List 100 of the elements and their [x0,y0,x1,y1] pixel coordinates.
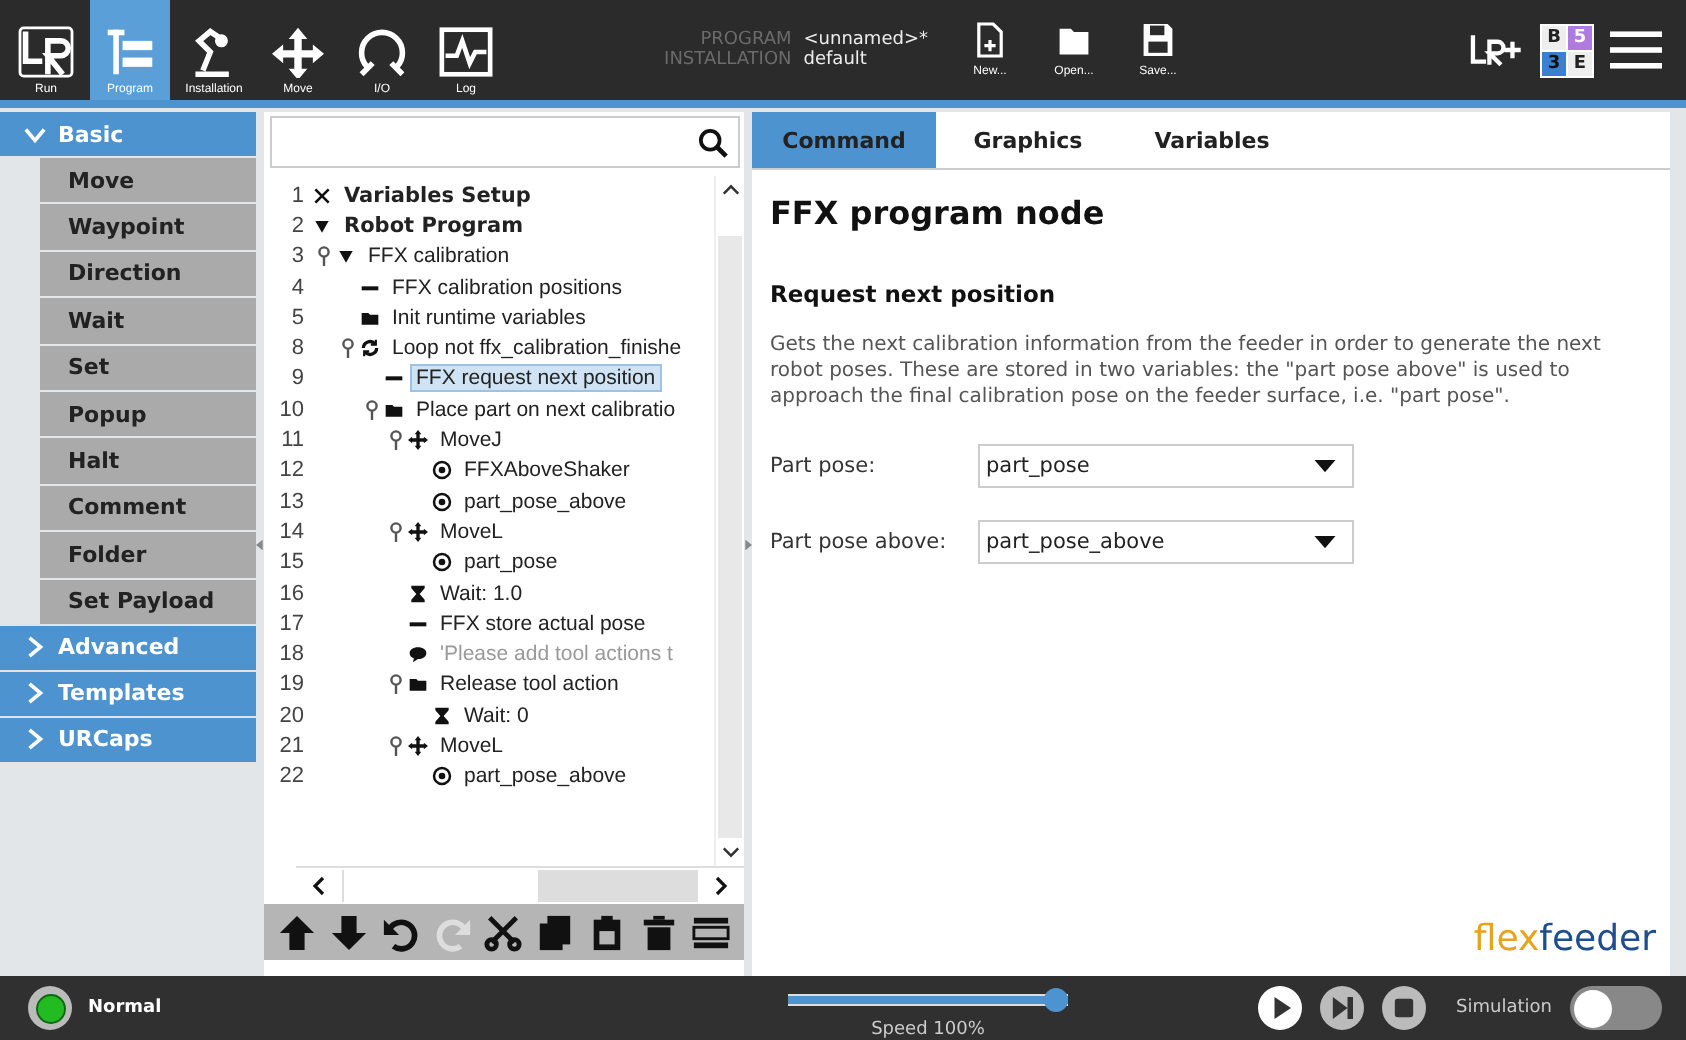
line-number: 15 [277,550,304,575]
palette-item[interactable]: Halt [40,438,256,484]
tab[interactable]: Variables [1120,112,1304,168]
program-node[interactable]: MoveL [436,519,508,544]
scroll-down-icon[interactable] [721,846,739,858]
palette-item[interactable]: Move [40,158,256,203]
palette-item[interactable]: Waypoint [40,204,256,250]
speed-slider[interactable] [788,988,1068,1012]
line-number: 16 [277,581,304,605]
menu-icon[interactable] [1610,28,1662,72]
play-icon[interactable] [1258,986,1303,1030]
palette-item[interactable]: Comment [40,485,256,531]
palette-item[interactable]: Set [40,345,256,390]
horizontal-scrollbar[interactable] [296,866,744,904]
program-name: <unnamed>* [803,30,928,50]
palette-item[interactable]: Direction [40,251,256,297]
program-node[interactable]: FFX store actual pose [436,611,650,636]
line-number: 4 [289,275,304,300]
palette-item[interactable]: Set Payload [40,579,256,624]
program-node[interactable]: MoveL [436,733,508,758]
program-label: PROGRAM [698,30,792,50]
folder-icon [384,399,404,420]
pin-icon[interactable] [366,399,378,420]
program-node[interactable]: Wait: 0 [460,703,533,728]
waypoint-icon [432,460,452,481]
program-node[interactable]: part_pose_above [460,489,631,514]
waypoint-icon [432,552,452,573]
status-dot[interactable] [35,993,65,1023]
dropdown-arrow-icon [1314,459,1336,473]
search-icon[interactable] [698,127,728,157]
pin-icon[interactable] [318,246,330,267]
scroll-right-icon[interactable] [714,876,728,896]
program-node[interactable]: MoveJ [436,428,506,453]
copy-icon[interactable] [536,913,575,951]
waypoint-icon [432,491,452,512]
variable-x-icon [312,185,332,206]
variable-dropdown[interactable]: part_pose_above [978,520,1354,564]
section-title: Request next position [770,280,1058,308]
palette-item[interactable]: Popup [40,391,256,437]
field-label: Part pose above: [770,530,949,554]
chevron-down-icon [24,123,46,145]
move-arrows-icon [408,735,428,756]
urcaps-logo-icon[interactable] [1468,30,1524,70]
palette-item[interactable]: Wait [40,298,256,344]
program-node[interactable]: FFXAboveShaker [460,458,634,483]
hourglass-icon [408,583,428,603]
trash-icon[interactable] [639,913,678,951]
program-node[interactable]: part_pose_above [460,764,631,789]
stop-icon[interactable] [1382,986,1427,1030]
program-node[interactable]: FFX calibration [364,244,514,269]
pin-icon[interactable] [390,430,402,451]
tab[interactable]: Command [752,112,936,168]
pin-icon[interactable] [390,735,402,756]
simulation-toggle[interactable] [1570,986,1662,1030]
chevron-right-icon [24,728,46,751]
program-node[interactable]: Variables Setup [340,183,535,208]
arrow-down-icon[interactable] [330,913,369,951]
scroll-left-icon[interactable] [312,876,326,896]
step-icon[interactable] [1320,986,1365,1030]
hourglass-icon [432,705,452,726]
pin-icon[interactable] [342,338,354,359]
program-node[interactable]: Release tool action [436,672,623,697]
program-node[interactable]: FFX calibration positions [388,275,626,300]
pin-icon[interactable] [390,674,402,695]
tab[interactable]: Graphics [936,112,1120,168]
folder-icon [408,674,428,695]
line-number: 13 [277,489,304,514]
line-number: 5 [289,305,304,330]
vertical-scrollbar[interactable] [714,176,744,866]
line-number: 17 [277,611,304,636]
program-node[interactable]: Robot Program [340,213,528,238]
program-node[interactable]: Place part on next calibratio [412,397,680,422]
installation-name: default [803,50,869,70]
line-number: 19 [277,672,304,697]
line-number: 20 [277,703,304,728]
program-node[interactable]: Init runtime variables [388,305,590,330]
program-node[interactable]: FFX request next position [412,366,660,391]
scroll-up-icon[interactable] [721,184,739,196]
line-number: 18 [277,642,304,667]
undo-icon[interactable] [381,913,420,951]
program-node[interactable]: Wait: 1.0 [436,581,527,605]
line-number: 14 [277,519,304,544]
pin-icon[interactable] [390,521,402,542]
line-number: 2 [289,213,304,238]
simulation-label: Simulation [1456,998,1552,1018]
suppress-icon[interactable] [691,913,729,951]
program-node[interactable]: Loop not ffx_calibration_finishe [388,336,686,361]
new-file-icon [974,22,1006,58]
line-number: 11 [279,428,304,453]
search-field[interactable] [270,116,740,168]
line-number: 10 [277,397,304,422]
variable-dropdown[interactable]: part_pose [978,444,1354,488]
dropdown-arrow-icon [1314,535,1336,549]
palette-item[interactable]: Folder [40,532,256,578]
flexfeeder-logo: flexfeeder [1473,918,1656,960]
folder-icon [360,307,380,328]
scissors-icon[interactable] [484,913,523,951]
program-node[interactable]: part_pose [460,550,562,575]
mode-indicator[interactable]: B 5 3 E [1540,23,1594,77]
arrow-up-icon[interactable] [278,913,317,951]
